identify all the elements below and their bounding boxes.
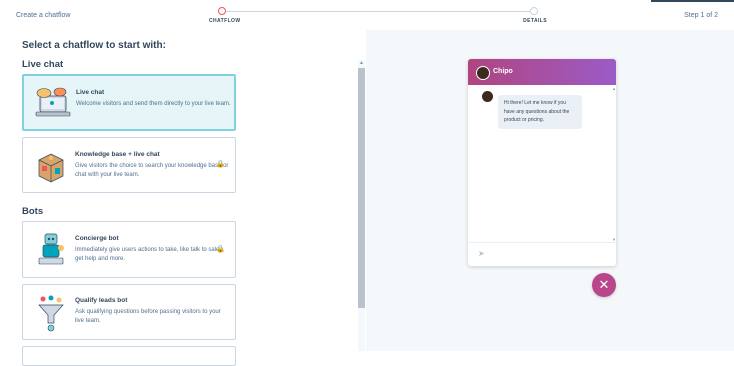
scroll-up-icon[interactable]: ▲	[612, 86, 616, 91]
section-live-chat-title: Live chat	[22, 59, 64, 70]
step-chatflow-indicator[interactable]	[218, 7, 226, 15]
card-title: Knowledge base + live chat	[75, 151, 160, 158]
card-title: Concierge bot	[75, 235, 119, 242]
breadcrumb: Create a chatflow	[16, 12, 71, 19]
chat-agent-name: Chipo	[493, 68, 513, 75]
chat-body: Hi there! Let me know if you have any qu…	[468, 85, 616, 243]
concierge-bot-illustration	[38, 233, 64, 265]
scroll-up-icon[interactable]: ▲	[359, 60, 364, 66]
step-chatflow-label: CHATFLOW	[209, 18, 241, 24]
step-count: Step 1 of 2	[684, 12, 718, 19]
lock-icon: 🔒	[216, 161, 225, 168]
card-description: Give visitors the choice to search your …	[75, 163, 229, 178]
card-title: Qualify leads bot	[75, 297, 128, 304]
chatflow-card-live-chat[interactable]: Live chat Welcome visitors and send them…	[22, 74, 236, 131]
chat-scrollbar[interactable]: ▲ ▼	[611, 85, 616, 243]
scrollbar-thumb[interactable]	[358, 68, 365, 308]
wizard-header: Create a chatflow CHATFLOW DETAILS Step …	[0, 0, 734, 30]
section-bots-title: Bots	[22, 206, 44, 217]
chatflow-card-concierge-bot[interactable]: Concierge bot Immediately give users act…	[22, 221, 236, 278]
chatflow-card-qualify-leads-bot[interactable]: Qualify leads bot Ask qualifying questio…	[22, 284, 236, 340]
step-details-indicator[interactable]	[530, 7, 538, 15]
step-details-label: DETAILS	[523, 18, 547, 24]
list-scrollbar[interactable]: ▲	[358, 60, 365, 351]
chatflow-card-partial[interactable]	[22, 346, 236, 366]
chat-header: Chipo	[468, 59, 616, 85]
welcome-message: Hi there! Let me know if you have any qu…	[498, 95, 582, 129]
card-description: Immediately give users actions to take, …	[75, 247, 225, 262]
send-icon[interactable]: ➤	[478, 249, 485, 258]
stepper: CHATFLOW DETAILS	[209, 6, 547, 26]
card-description: Ask qualifying questions before passing …	[75, 309, 221, 324]
chat-input-area[interactable]: ➤	[468, 242, 616, 266]
chatflow-card-knowledge-base[interactable]: Knowledge base + live chat Give visitors…	[22, 137, 236, 193]
qualify-leads-illustration	[38, 295, 64, 332]
close-icon: ✕	[598, 277, 610, 292]
page-title: Select a chatflow to start with:	[22, 40, 166, 51]
card-title: Live chat	[76, 89, 105, 96]
live-chat-illustration	[35, 87, 71, 117]
card-description: Welcome visitors and send them directly …	[76, 101, 231, 107]
stepper-line	[226, 11, 530, 12]
avatar	[476, 66, 490, 80]
knowledge-base-illustration	[38, 153, 64, 183]
close-chat-button[interactable]: ✕	[592, 273, 616, 297]
lock-icon: 🔒	[216, 246, 225, 253]
message-avatar	[482, 91, 493, 102]
chat-widget-preview: Chipo Hi there! Let me know if you have …	[468, 59, 616, 266]
